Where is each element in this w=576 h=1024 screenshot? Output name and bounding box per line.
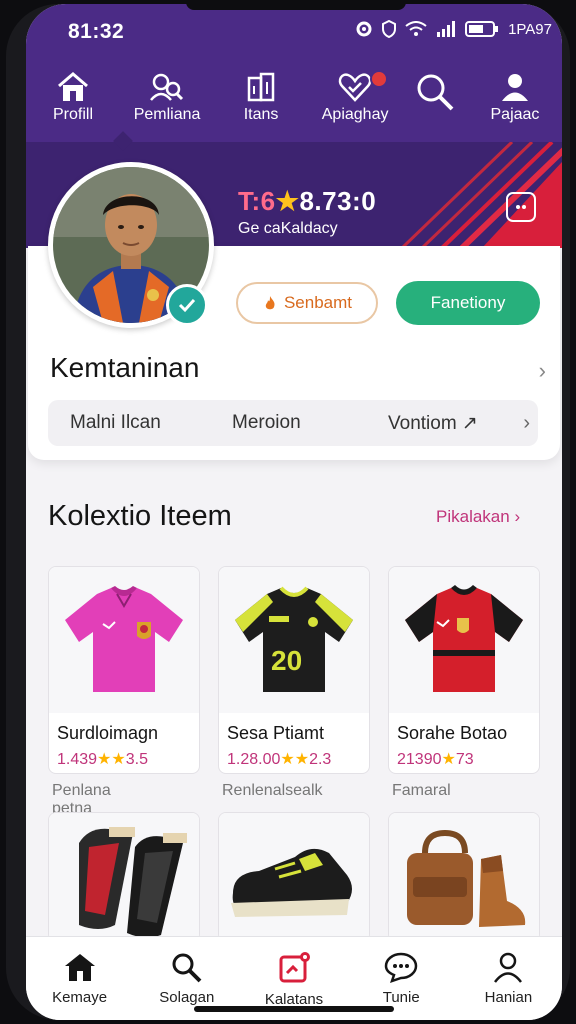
product-card[interactable]: 20 Sesa Ptiamt 1.28.00★★2.3	[218, 566, 370, 774]
users-search-icon	[150, 73, 184, 101]
nav-tab-label: Itans	[243, 106, 279, 123]
pill-item[interactable]: Malni Ilcan	[70, 412, 161, 434]
bottom-tab-label: Hanian	[484, 989, 533, 1006]
nav-tab-label: Apiaghay	[321, 106, 389, 123]
notch	[186, 4, 406, 10]
status-bar: 81:32 1PA97	[26, 4, 562, 60]
chat-icon	[384, 952, 418, 983]
nav-tab-profile[interactable]: Profill	[26, 60, 120, 142]
nav-tab-players[interactable]: Pemliana	[120, 60, 214, 142]
wifi-icon	[405, 21, 427, 36]
price-text: 3.5	[125, 751, 148, 768]
nav-search[interactable]	[402, 60, 468, 142]
search-icon	[417, 74, 454, 111]
nav-tab-label: Pemliana	[133, 106, 201, 123]
bottom-tab-profile[interactable]: Hanian	[455, 937, 562, 1020]
nav-tab-label: Profill	[53, 106, 94, 123]
check-icon	[178, 298, 196, 313]
product-price: 21390★73	[397, 749, 474, 769]
product-price: 1.439★★3.5	[57, 749, 148, 769]
phone-frame: 81:32 1PA97 Profill Pemliana Itans Apiag…	[6, 4, 570, 1020]
notification-badge	[370, 70, 389, 88]
product-price: 1.28.00★★2.3	[227, 749, 331, 769]
svg-text:20: 20	[271, 645, 302, 676]
product-image: 20	[219, 567, 369, 713]
shield-icon	[382, 20, 397, 38]
tag-icon	[279, 952, 310, 983]
heart-icon	[338, 73, 372, 102]
pill-item[interactable]: Vontiom ↗	[388, 412, 478, 435]
price-text: 1.439	[57, 751, 98, 768]
rating-value: 8.73:0	[299, 186, 377, 216]
status-icons: 1PA97	[355, 20, 552, 38]
shin-guards-icon	[49, 813, 199, 941]
battery-text: 1PA97	[508, 20, 552, 38]
product-caption: Renlenalsealk	[222, 782, 323, 799]
filter-pill-row: Malni Ilcan Meroion Vontiom ↗ ›	[48, 400, 538, 446]
fire-icon	[265, 296, 275, 310]
settings-icon	[356, 21, 372, 37]
follow-button-label: Senbamt	[283, 293, 353, 312]
price-text: 2.3	[309, 751, 332, 768]
nav-tab-items[interactable]: Itans	[214, 60, 308, 142]
product-name: Sorahe Botao	[397, 723, 508, 743]
star-icon: ★	[275, 186, 300, 216]
follow-button[interactable]: Senbamt	[236, 282, 378, 324]
nav-tab-label: Pajaac	[490, 106, 540, 123]
product-card[interactable]: Sorahe Botao 21390★73	[388, 566, 540, 774]
verified-badge	[166, 284, 208, 326]
pink-jersey-icon	[65, 586, 183, 692]
product-caption: Famaral	[392, 782, 451, 799]
user-icon	[501, 74, 528, 101]
price-text: 21390	[397, 751, 442, 768]
product-name: Sesa Ptiamt	[227, 723, 325, 743]
collection-title: Kolextio Iteem	[48, 500, 232, 532]
items-icon	[247, 72, 275, 102]
rating-subtitle: Ge caKaldacy	[238, 220, 338, 237]
product-card[interactable]: Surdloimagn 1.439★★3.5	[48, 566, 200, 774]
bottom-tab-label: Tunie	[382, 989, 420, 1006]
product-card[interactable]	[48, 812, 200, 942]
nav-tab-account[interactable]: Pajaac	[468, 60, 562, 142]
star-icon: ★	[441, 751, 456, 768]
see-all-label: Pikalakan	[436, 507, 510, 526]
signal-icon	[437, 21, 456, 37]
home-icon	[58, 72, 88, 101]
product-card[interactable]	[388, 812, 540, 942]
product-image	[49, 567, 199, 713]
nav-tab-activity[interactable]: Apiaghay	[308, 60, 402, 142]
user-icon	[494, 952, 523, 983]
top-nav: Profill Pemliana Itans Apiaghay Pajaac	[26, 60, 562, 142]
product-name: Surdloimagn	[57, 723, 159, 743]
bottom-tab-label: Solagan	[159, 989, 215, 1006]
pill-item[interactable]: Meroion	[232, 412, 301, 434]
football-boot-icon	[219, 813, 369, 941]
battery-icon	[465, 21, 499, 37]
home-indicator[interactable]	[194, 1006, 394, 1012]
red-black-jersey-icon	[405, 585, 523, 692]
chevron-right-icon[interactable]: ›	[539, 358, 546, 384]
product-card[interactable]	[218, 812, 370, 942]
star-icon: ★★	[97, 751, 126, 768]
status-time: 81:32	[68, 20, 125, 43]
leather-bags-icon	[389, 813, 539, 941]
player-rating: T:6★8.73:0	[238, 186, 376, 217]
home-icon	[64, 954, 95, 981]
see-all-link[interactable]: Pikalakan ›	[436, 507, 520, 527]
rating-prefix: T:6	[238, 186, 276, 216]
section-title: Kemtaninan	[50, 352, 200, 383]
star-icon: ★★	[280, 751, 310, 768]
black-yellow-jersey-icon: 20	[235, 586, 353, 692]
product-image	[389, 567, 539, 713]
bottom-tab-home[interactable]: Kemaye	[26, 937, 133, 1020]
app-screen: 81:32 1PA97 Profill Pemliana Itans Apiag…	[26, 4, 562, 1020]
options-icon[interactable]	[506, 192, 536, 222]
price-text: 1.28.00	[227, 751, 281, 768]
primary-action-button[interactable]: Fanetiony	[396, 281, 540, 325]
price-text: 73	[455, 751, 474, 768]
bottom-tab-label: Kemaye	[52, 989, 108, 1006]
search-icon	[172, 953, 202, 983]
chevron-right-icon[interactable]: ›	[523, 412, 530, 435]
